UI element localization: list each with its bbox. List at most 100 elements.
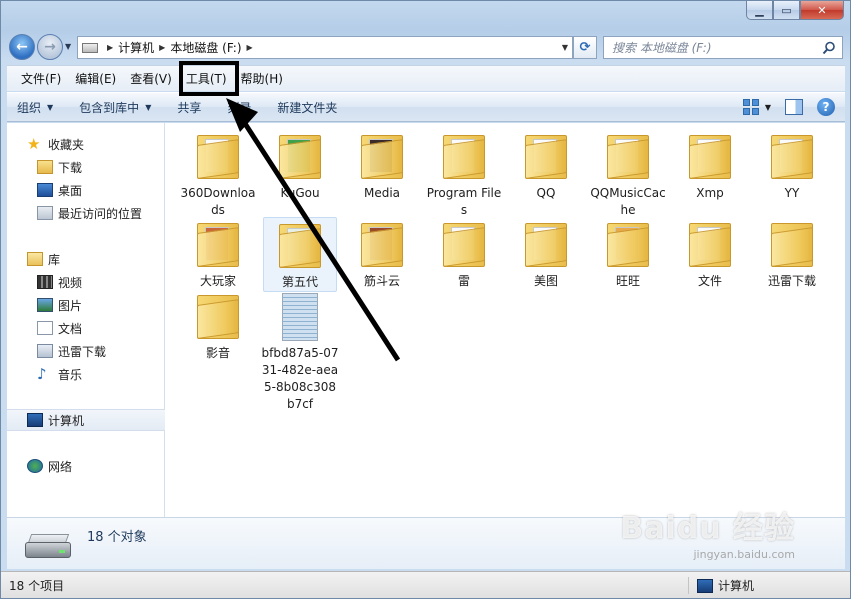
nav-item-thunder-downloads[interactable]: 迅雷下载 bbox=[7, 340, 165, 362]
folder-icon bbox=[195, 133, 241, 181]
change-view-icon[interactable] bbox=[742, 99, 759, 115]
close-button[interactable]: ✕ bbox=[800, 1, 844, 20]
folder-item[interactable]: Program Files bbox=[427, 129, 501, 219]
folder-item[interactable]: Media bbox=[345, 129, 419, 202]
item-label: QQ bbox=[536, 186, 556, 200]
folder-item-selected[interactable]: 第五代 bbox=[263, 217, 337, 292]
nav-item-label: 视频 bbox=[58, 275, 83, 290]
address-dropdown-icon[interactable]: ▼ bbox=[562, 43, 568, 52]
organize-label: 组织 bbox=[17, 100, 42, 115]
star-icon: ★ bbox=[27, 135, 41, 153]
folder-icon bbox=[441, 133, 487, 181]
view-dropdown-icon[interactable]: ▼ bbox=[765, 103, 771, 112]
item-label: 迅雷下载 bbox=[767, 274, 816, 288]
item-label: 360Downloads bbox=[180, 186, 256, 217]
nav-libraries-label: 库 bbox=[48, 252, 61, 267]
folder-icon bbox=[195, 293, 241, 341]
folder-item[interactable]: 影音 bbox=[181, 289, 255, 362]
item-label: 文件 bbox=[697, 274, 722, 288]
status-item-count: 18 个项目 bbox=[9, 578, 65, 593]
nav-item-downloads[interactable]: 下载 bbox=[7, 156, 165, 178]
search-input[interactable]: 搜索 本地磁盘 (F:) bbox=[603, 36, 843, 59]
nav-item-desktop[interactable]: 桌面 bbox=[7, 179, 165, 201]
nav-item-music[interactable]: ♪ 音乐 bbox=[7, 363, 165, 385]
item-label: 影音 bbox=[205, 346, 230, 360]
menu-view[interactable]: 查看(V) bbox=[124, 67, 178, 90]
folder-item[interactable]: Xmp bbox=[673, 129, 747, 202]
nav-item-label: 迅雷下载 bbox=[58, 344, 107, 359]
item-label: 大玩家 bbox=[199, 274, 236, 288]
nav-computer[interactable]: 计算机 bbox=[7, 409, 165, 431]
folder-item[interactable]: 美图 bbox=[509, 217, 583, 290]
include-in-library-label: 包含到库中 bbox=[79, 100, 140, 115]
folder-item[interactable]: KuGou bbox=[263, 129, 337, 202]
folder-icon bbox=[523, 133, 569, 181]
folder-item[interactable]: QQMusicCache bbox=[590, 129, 666, 219]
help-icon[interactable]: ? bbox=[817, 98, 835, 116]
watermark-url: jingyan.baidu.com bbox=[693, 548, 795, 561]
nav-libraries[interactable]: 库 bbox=[7, 248, 165, 270]
folder-icon bbox=[359, 133, 405, 181]
nav-item-documents[interactable]: 文档 bbox=[7, 317, 165, 339]
share-button[interactable]: 共享 bbox=[177, 99, 201, 116]
nav-favorites[interactable]: ★ 收藏夹 bbox=[7, 133, 165, 155]
document-library-icon bbox=[37, 321, 53, 335]
breadcrumb-computer[interactable]: 计算机 bbox=[118, 39, 154, 56]
new-folder-button[interactable]: 新建文件夹 bbox=[277, 99, 337, 116]
menu-file[interactable]: 文件(F) bbox=[15, 67, 67, 90]
file-item[interactable]: bfbd87a5-0731-482e-aea5-8b08c308b7cf bbox=[261, 289, 339, 413]
preview-pane-icon[interactable] bbox=[785, 99, 803, 115]
chevron-right-icon[interactable]: ▶ bbox=[107, 43, 113, 52]
menu-bar: 文件(F) 编辑(E) 查看(V) 工具(T) 帮助(H) bbox=[7, 65, 845, 91]
nav-item-recent-places[interactable]: 最近访问的位置 bbox=[7, 202, 165, 224]
nav-item-label: 最近访问的位置 bbox=[58, 206, 143, 221]
chevron-right-icon[interactable]: ▶ bbox=[159, 43, 165, 52]
recent-pages-dropdown-icon[interactable]: ▼ bbox=[65, 42, 71, 51]
computer-icon bbox=[27, 413, 43, 427]
share-label: 共享 bbox=[177, 100, 202, 115]
folder-item[interactable]: 360Downloads bbox=[181, 129, 255, 219]
folder-item[interactable]: YY bbox=[755, 129, 829, 202]
organize-button[interactable]: 组织 ▼ bbox=[17, 99, 53, 116]
burn-button[interactable]: 刻录 bbox=[227, 99, 251, 116]
folder-icon bbox=[605, 221, 651, 269]
caption-buttons: ▁ ▭ ✕ bbox=[746, 1, 844, 20]
folder-icon bbox=[359, 221, 405, 269]
refresh-button[interactable]: ⟳ bbox=[573, 36, 597, 59]
menu-edit[interactable]: 编辑(E) bbox=[69, 67, 122, 90]
nav-item-videos[interactable]: 视频 bbox=[7, 271, 165, 293]
folder-item[interactable]: 筋斗云 bbox=[345, 217, 419, 290]
forward-button[interactable]: → bbox=[37, 34, 63, 60]
item-label: bfbd87a5-0731-482e-aea5-8b08c308b7cf bbox=[261, 346, 339, 411]
search-icon[interactable] bbox=[822, 41, 836, 55]
maximize-button[interactable]: ▭ bbox=[773, 1, 800, 20]
menu-help[interactable]: 帮助(H) bbox=[235, 67, 289, 90]
desktop-icon bbox=[37, 183, 53, 197]
navigation-bar: ← → ▼ ▶ 计算机 ▶ 本地磁盘 (F:) ▶ ▼ ⟳ 搜索 本地磁盘 (F… bbox=[7, 33, 845, 61]
nav-favorites-label: 收藏夹 bbox=[48, 137, 85, 152]
folder-item[interactable]: 迅雷下载 bbox=[755, 217, 829, 290]
back-button[interactable]: ← bbox=[9, 34, 35, 60]
nav-item-pictures[interactable]: 图片 bbox=[7, 294, 165, 316]
item-label: Program Files bbox=[426, 186, 502, 217]
nav-item-label: 图片 bbox=[58, 298, 83, 313]
breadcrumb-drive-f[interactable]: 本地磁盘 (F:) bbox=[170, 39, 241, 56]
folder-icon bbox=[277, 133, 323, 181]
folder-item[interactable]: QQ bbox=[509, 129, 583, 202]
item-label: Media bbox=[363, 186, 401, 200]
include-in-library-button[interactable]: 包含到库中 ▼ bbox=[79, 99, 151, 116]
item-label: 筋斗云 bbox=[363, 274, 400, 288]
folder-item[interactable]: 文件 bbox=[673, 217, 747, 290]
folder-item[interactable]: 大玩家 bbox=[181, 217, 255, 290]
address-bar[interactable]: ▶ 计算机 ▶ 本地磁盘 (F:) ▶ ▼ bbox=[77, 36, 573, 59]
details-pane: 18 个对象 Baidu 经验 jingyan.baidu.com bbox=[7, 511, 845, 569]
nav-network[interactable]: 网络 bbox=[7, 455, 165, 477]
folder-item[interactable]: 旺旺 bbox=[591, 217, 665, 290]
search-placeholder: 搜索 本地磁盘 (F:) bbox=[612, 41, 712, 55]
library-icon bbox=[27, 252, 43, 266]
chevron-right-icon[interactable]: ▶ bbox=[247, 43, 253, 52]
folder-item[interactable]: 雷 bbox=[427, 217, 501, 290]
status-location-label: 计算机 bbox=[717, 579, 754, 593]
minimize-button[interactable]: ▁ bbox=[746, 1, 773, 20]
nav-item-label: 桌面 bbox=[58, 183, 83, 198]
